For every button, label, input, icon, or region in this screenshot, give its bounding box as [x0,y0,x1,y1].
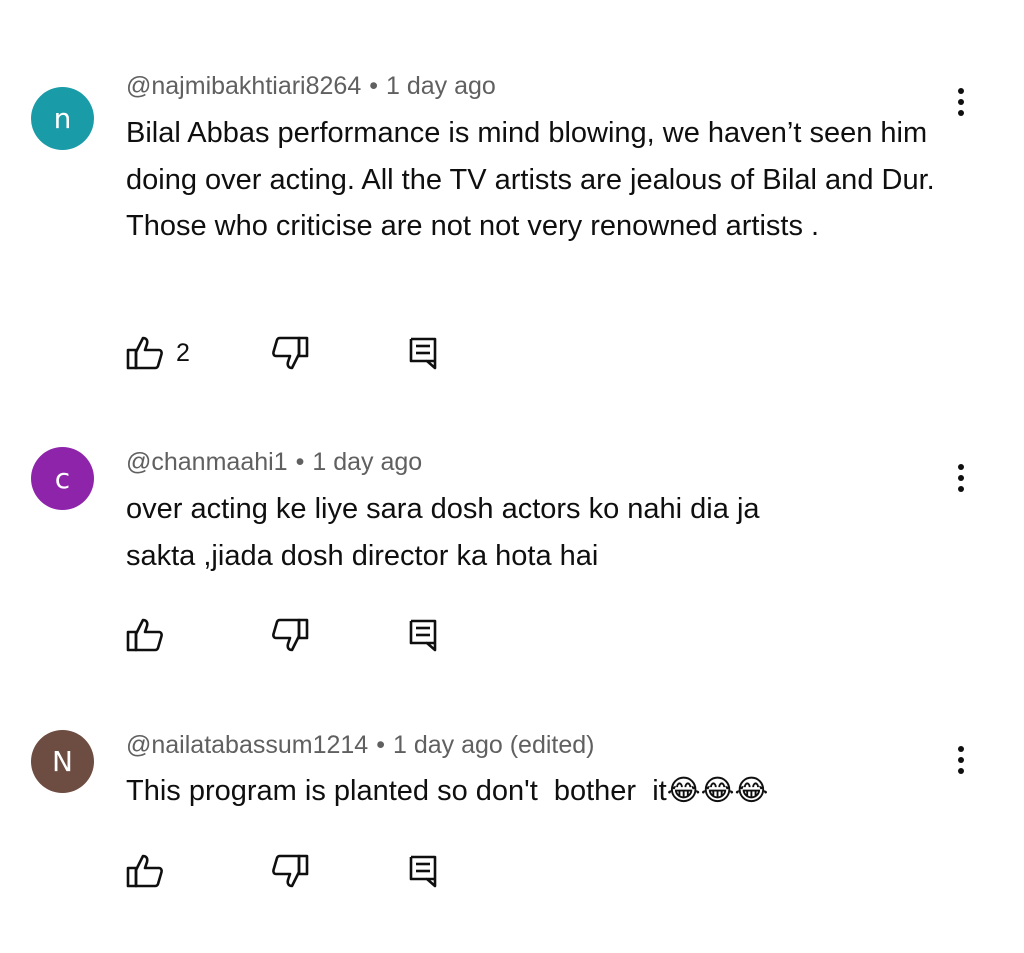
reply-button[interactable] [408,333,438,373]
more-vert-icon [958,746,964,752]
dislike-button[interactable] [271,333,309,373]
reply-icon [409,337,437,370]
more-vert-icon-dot [958,757,964,763]
thumb-down-icon [272,336,309,370]
comment-author[interactable]: @nailatabassum1214 [126,731,368,759]
comment-text: over acting ke liye sara dosh actors ko … [126,493,760,572]
reply-button[interactable] [408,851,438,891]
thumb-up-icon [126,854,163,888]
reply-icon [409,855,437,888]
like-button[interactable]: 2 [126,333,190,373]
more-vert-icon-dot [958,110,964,116]
avatar-letter: c [54,462,71,495]
dislike-button[interactable] [271,851,309,891]
more-vert-icon [958,88,964,94]
comment-time[interactable]: 1 day ago [312,448,422,476]
comment-time[interactable]: 1 day ago [386,72,496,100]
comment-meta: @nailatabassum1214 • 1 day ago (edited) [126,731,595,760]
reply-button[interactable] [408,615,438,655]
comment-author[interactable]: @chanmaahi1 [126,448,288,476]
comment-menu-button[interactable] [946,458,976,498]
comment-menu-button[interactable] [946,740,976,780]
meta-separator: • [376,731,385,759]
more-vert-icon-dot [958,99,964,105]
comment-meta: @najmibakhtiari8264 • 1 day ago [126,72,496,101]
like-count: 2 [176,338,190,367]
comment-menu-button[interactable] [946,82,976,122]
comment-author[interactable]: @najmibakhtiari8264 [126,72,361,100]
meta-separator: • [295,448,305,476]
avatar[interactable]: n [31,87,94,150]
avatar[interactable]: c [31,447,94,510]
avatar-letter: N [52,745,73,778]
reply-icon [409,619,437,652]
comment-meta: @chanmaahi1 • 1 day ago [126,448,422,477]
comment-text: This program is planted so don't bother … [126,775,769,807]
comment-text: Bilal Abbas performance is mind blowing,… [126,117,935,242]
more-vert-icon-dot [958,486,964,492]
more-vert-icon-dot [958,475,964,481]
more-vert-icon [958,464,964,470]
avatar-letter: n [53,102,72,135]
thumb-up-icon [126,618,163,652]
thumb-down-icon [272,618,309,652]
dislike-button[interactable] [271,615,309,655]
comment-time[interactable]: 1 day ago (edited) [393,731,595,759]
thumb-up-icon [126,336,163,370]
like-button[interactable] [126,851,176,891]
thumb-down-icon [272,854,309,888]
avatar[interactable]: N [31,730,94,793]
more-vert-icon-dot [958,768,964,774]
meta-separator: • [369,72,378,100]
like-button[interactable] [126,615,176,655]
